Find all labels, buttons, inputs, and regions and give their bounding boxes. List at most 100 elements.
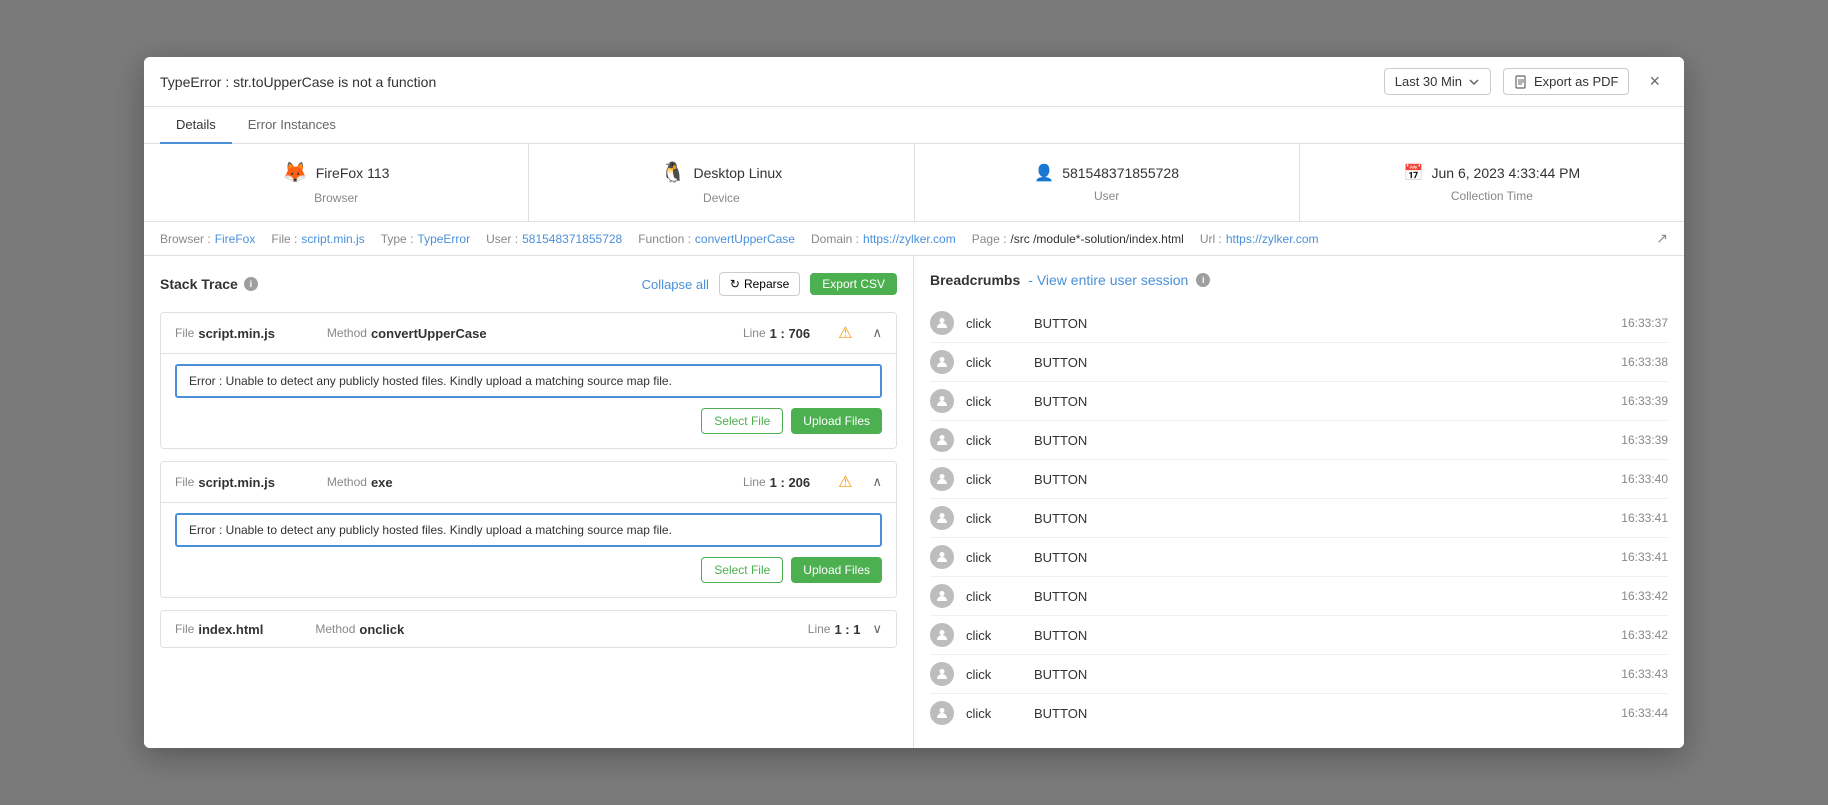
user-avatar (930, 584, 954, 608)
stack-trace-info-icon[interactable]: i (244, 277, 258, 291)
meta-user-value[interactable]: 581548371855728 (522, 232, 622, 246)
reparse-button[interactable]: ↻ Reparse (719, 272, 800, 296)
collapse-all-button[interactable]: Collapse all (642, 277, 709, 292)
breadcrumb-element: BUTTON (1026, 472, 1621, 487)
browser-value: FireFox 113 (316, 165, 390, 181)
stack-file-col: File script.min.js (175, 326, 275, 341)
person-icon (935, 667, 949, 681)
stack-file-label: File (175, 622, 194, 636)
select-file-button[interactable]: Select File (701, 408, 783, 434)
collection-time-label: Collection Time (1451, 189, 1533, 203)
meta-domain: Domain : https://zylker.com (811, 232, 956, 246)
breadcrumb-action: click (966, 589, 1026, 604)
breadcrumb-row: click BUTTON 16:33:44 (930, 694, 1668, 732)
modal-title: TypeError : str.toUpperCase is not a fun… (160, 74, 436, 90)
external-link-icon[interactable]: ↗ (1656, 230, 1668, 247)
meta-function-value[interactable]: convertUpperCase (695, 232, 795, 246)
select-file-button[interactable]: Select File (701, 557, 783, 583)
export-pdf-button[interactable]: Export as PDF (1503, 68, 1630, 95)
meta-user-label: User : (486, 232, 518, 246)
stack-line-value: 1 : 1 (834, 622, 860, 637)
stack-item-header: File script.min.js Method exe Line 1 : 2… (161, 462, 896, 502)
meta-file: File : script.min.js (271, 232, 364, 246)
user-value: 581548371855728 (1062, 165, 1179, 181)
stack-method-value: exe (371, 475, 393, 490)
breadcrumb-time: 16:33:38 (1621, 355, 1668, 369)
meta-domain-value[interactable]: https://zylker.com (863, 232, 956, 246)
breadcrumb-action: click (966, 550, 1026, 565)
stack-method-col: Method onclick (315, 622, 404, 637)
stack-method-value: onclick (359, 622, 404, 637)
stack-error-body: Error : Unable to detect any publicly ho… (161, 502, 896, 597)
upload-files-button[interactable]: Upload Files (791, 408, 882, 434)
breadcrumbs-header: Breadcrumbs - View entire user session i (930, 272, 1668, 288)
stack-item: File index.html Method onclick Line 1 : … (160, 610, 897, 648)
meta-browser: Browser : FireFox (160, 232, 255, 246)
chevron-up-icon[interactable]: ∧ (872, 325, 882, 341)
meta-page-label: Page : (972, 232, 1007, 246)
stack-line-col: Line 1 : 206 (743, 475, 810, 490)
breadcrumb-element: BUTTON (1026, 355, 1621, 370)
user-avatar (930, 701, 954, 725)
stack-item: File script.min.js Method convertUpperCa… (160, 312, 897, 449)
breadcrumb-element: BUTTON (1026, 589, 1621, 604)
chevron-down-icon[interactable]: ∨ (872, 621, 882, 637)
stack-method-col: Method convertUpperCase (327, 326, 487, 341)
breadcrumb-time: 16:33:42 (1621, 628, 1668, 642)
meta-page: Page : /src /module*-solution/index.html (972, 232, 1184, 246)
header-actions: Last 30 Min Export as PDF × (1384, 67, 1668, 96)
breadcrumb-time: 16:33:39 (1621, 394, 1668, 408)
stack-line-label: Line (743, 326, 766, 340)
stack-method-label: Method (327, 326, 367, 340)
user-avatar (930, 389, 954, 413)
stack-line-col: Line 1 : 706 (743, 326, 810, 341)
user-avatar (930, 623, 954, 647)
stack-file-actions: Select File Upload Files (175, 557, 882, 587)
export-csv-button[interactable]: Export CSV (810, 273, 897, 295)
chevron-up-icon[interactable]: ∧ (872, 474, 882, 490)
tab-error-instances[interactable]: Error Instances (232, 107, 352, 144)
meta-browser-value[interactable]: FireFox (215, 232, 256, 246)
meta-url-value[interactable]: https://zylker.com (1226, 232, 1319, 246)
stack-file-actions: Select File Upload Files (175, 408, 882, 438)
time-range-dropdown[interactable]: Last 30 Min (1384, 68, 1491, 95)
stack-trace-title: Stack Trace i (160, 276, 258, 292)
tab-bar: Details Error Instances (144, 107, 1684, 144)
stack-line-label: Line (808, 622, 831, 636)
meta-function: Function : convertUpperCase (638, 232, 795, 246)
stack-trace-actions: Collapse all ↻ Reparse Export CSV (642, 272, 897, 296)
person-icon (935, 355, 949, 369)
meta-type-value[interactable]: TypeError (417, 232, 470, 246)
breadcrumb-action: click (966, 628, 1026, 643)
stack-file-label: File (175, 475, 194, 489)
person-icon (935, 316, 949, 330)
reparse-icon: ↻ (730, 277, 740, 291)
breadcrumb-action: click (966, 394, 1026, 409)
breadcrumb-time: 16:33:40 (1621, 472, 1668, 486)
user-card: 👤 581548371855728 User (915, 144, 1300, 221)
stack-item: File script.min.js Method exe Line 1 : 2… (160, 461, 897, 598)
upload-files-button[interactable]: Upload Files (791, 557, 882, 583)
tab-details[interactable]: Details (160, 107, 232, 144)
user-avatar (930, 467, 954, 491)
collection-time-card: 📅 Jun 6, 2023 4:33:44 PM Collection Time (1300, 144, 1684, 221)
stack-trace-header: Stack Trace i Collapse all ↻ Reparse Exp… (160, 272, 897, 296)
breadcrumb-row: click BUTTON 16:33:39 (930, 421, 1668, 460)
warning-icon: ⚠ (838, 323, 852, 343)
breadcrumb-time: 16:33:37 (1621, 316, 1668, 330)
breadcrumbs-info-icon[interactable]: i (1196, 273, 1210, 287)
breadcrumbs-table: click BUTTON 16:33:37 click BUTTON 16:33… (930, 304, 1668, 732)
error-message-text: Error : Unable to detect any publicly ho… (189, 523, 672, 537)
stack-file-col: File script.min.js (175, 475, 275, 490)
meta-file-value[interactable]: script.min.js (301, 232, 364, 246)
stack-method-label: Method (327, 475, 367, 489)
close-button[interactable]: × (1641, 67, 1668, 96)
meta-page-value: /src /module*-solution/index.html (1010, 232, 1183, 246)
meta-browser-label: Browser : (160, 232, 211, 246)
browser-card: 🦊 FireFox 113 Browser (144, 144, 529, 221)
breadcrumb-row: click BUTTON 16:33:42 (930, 577, 1668, 616)
stack-line-value: 1 : 706 (770, 326, 810, 341)
view-session-link[interactable]: - View entire user session (1028, 272, 1188, 288)
meta-url: Url : https://zylker.com (1200, 232, 1319, 246)
person-icon (935, 550, 949, 564)
